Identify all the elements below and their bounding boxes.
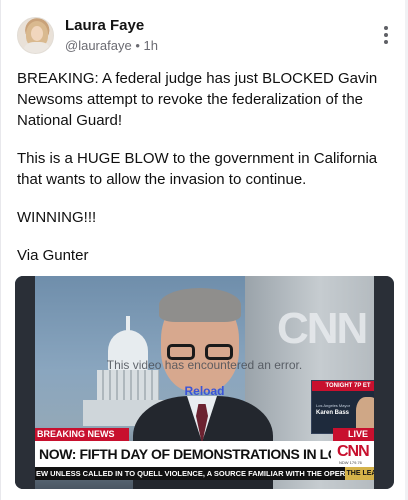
background-logo: CNN [277, 304, 368, 353]
post-header: Laura Faye @laurafaye • 1h [17, 16, 393, 60]
live-tag: LIVE [333, 428, 383, 441]
meta-separator: • [135, 38, 140, 53]
author-name[interactable]: Laura Faye [65, 17, 144, 35]
show-tag: THE LEAD [345, 467, 383, 480]
inset-name: Karen Bass [316, 410, 350, 416]
post-paragraph: Via Gunter [17, 247, 89, 264]
post-paragraph: WINNING!!! [17, 209, 97, 226]
news-ticker: EW UNLESS CALLED IN TO QUELL VIOLENCE, A… [33, 467, 345, 480]
post-body: BREAKING: A federal judge has just BLOCK… [17, 68, 397, 283]
post-card: Laura Faye @laurafaye • 1h BREAKING: A f… [0, 0, 408, 500]
inset-subtitle: Los Angeles Mayor [316, 403, 351, 408]
video-error-message: This video has encountered an error. [106, 358, 303, 372]
logo-text: CNN [337, 443, 370, 460]
network-logo: CNN NDW 179.76 [331, 441, 383, 467]
post-meta: @laurafaye • 1h [65, 38, 158, 54]
post-paragraph: BREAKING: A federal judge has just BLOCK… [17, 70, 378, 129]
logo-ticker: NDW 179.76 [339, 460, 362, 465]
post-paragraph: This is a HUGE BLOW to the government in… [17, 150, 378, 188]
inset-photo [356, 397, 380, 431]
reload-button[interactable]: Reload [15, 384, 394, 398]
breaking-news-tag: BREAKING NEWS [33, 428, 129, 441]
chyron-headline: NOW: FIFTH DAY OF DEMONSTRATIONS IN LOS … [33, 441, 331, 467]
author-handle[interactable]: @laurafaye [65, 38, 132, 53]
post-timestamp[interactable]: 1h [144, 38, 158, 53]
more-vertical-icon[interactable] [379, 26, 393, 48]
author-avatar[interactable] [17, 17, 54, 54]
video-player[interactable]: CNN TONIGHT 7P ET Los Angeles Mayor Kare… [15, 276, 394, 489]
